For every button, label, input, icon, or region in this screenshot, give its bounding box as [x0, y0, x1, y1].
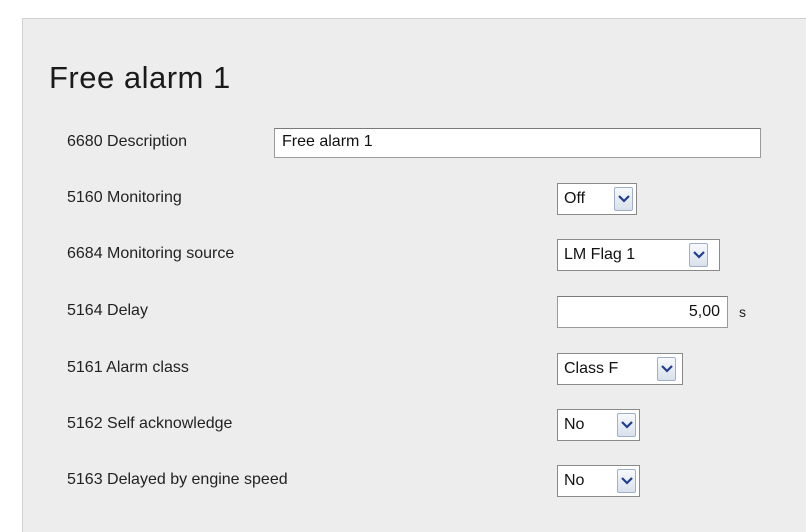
- self-acknowledge-select[interactable]: No: [557, 409, 640, 441]
- chevron-down-icon[interactable]: [689, 243, 708, 267]
- description-label: 6680 Description: [67, 133, 188, 150]
- delayed-by-engine-speed-select-value: No: [564, 472, 585, 489]
- chevron-down-icon[interactable]: [614, 187, 633, 211]
- page-title: Free alarm 1: [49, 60, 231, 95]
- delayed-by-engine-speed-label: 5163 Delayed by engine speed: [67, 471, 288, 488]
- alarm-class-label: 5161 Alarm class: [67, 359, 189, 376]
- delay-unit: s: [739, 304, 746, 320]
- description-input[interactable]: Free alarm 1: [274, 128, 761, 158]
- alarm-class-select-value: Class F: [564, 360, 619, 377]
- self-acknowledge-select-value: No: [564, 416, 585, 433]
- alarm-class-select[interactable]: Class F: [557, 353, 683, 385]
- monitoring-select[interactable]: Off: [557, 183, 637, 215]
- monitoring-source-label: 6684 Monitoring source: [67, 245, 235, 262]
- delayed-by-engine-speed-select[interactable]: No: [557, 465, 640, 497]
- delay-label: 5164 Delay: [67, 302, 148, 319]
- monitoring-label: 5160 Monitoring: [67, 189, 182, 206]
- monitoring-select-value: Off: [564, 190, 586, 207]
- delay-input[interactable]: 5,00: [557, 296, 728, 328]
- monitoring-source-select[interactable]: LM Flag 1: [557, 239, 720, 271]
- self-acknowledge-label: 5162 Self acknowledge: [67, 415, 233, 432]
- chevron-down-icon[interactable]: [617, 413, 636, 437]
- monitoring-source-select-value: LM Flag 1: [564, 246, 636, 263]
- chevron-down-icon[interactable]: [617, 469, 636, 493]
- chevron-down-icon[interactable]: [657, 357, 676, 381]
